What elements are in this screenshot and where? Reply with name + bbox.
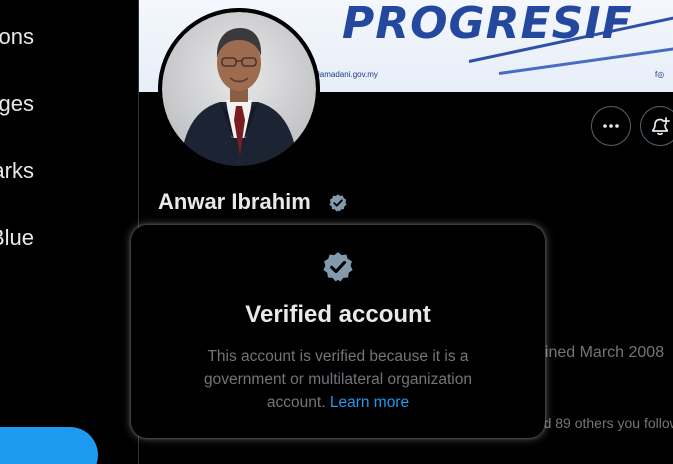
avatar[interactable] [158, 8, 320, 170]
post-button[interactable] [0, 427, 98, 464]
more-button[interactable] [591, 106, 631, 146]
followers-you-know[interactable]: and 89 others you follow [528, 415, 673, 431]
popover-title: Verified account [245, 301, 431, 328]
notifications-button[interactable] [640, 106, 673, 146]
banner-headline: PROGRESIF [342, 0, 633, 49]
profile-page: Notifications Messages Bookmarks Blue PR… [0, 0, 673, 464]
verified-badge-icon [329, 194, 347, 212]
verified-badge-icon[interactable] [328, 193, 348, 218]
verified-badge-icon [321, 250, 355, 289]
more-icon [603, 124, 619, 128]
nav-item-blue[interactable]: Blue [0, 225, 34, 251]
learn-more-link[interactable]: Learn more [330, 394, 409, 411]
profile-joined-date: Joined March 2008 [528, 344, 665, 361]
verified-account-popover: Verified account This account is verifie… [131, 225, 545, 438]
avatar-portrait [158, 8, 320, 170]
bell-plus-icon [652, 117, 670, 136]
popover-body: This account is verified because it is a… [176, 345, 500, 414]
left-navigation: Notifications Messages Bookmarks Blue [0, 0, 138, 464]
banner-url: siamadani.gov.my [314, 70, 378, 79]
profile-display-name: Anwar Ibrahim [158, 189, 311, 214]
nav-item-messages[interactable]: Messages [0, 91, 34, 117]
banner-social-icons: f◎ [655, 70, 665, 79]
verified-badge-icon [323, 252, 353, 282]
nav-item-bookmarks[interactable]: Bookmarks [0, 158, 34, 184]
nav-item-notifications[interactable]: Notifications [0, 24, 34, 50]
